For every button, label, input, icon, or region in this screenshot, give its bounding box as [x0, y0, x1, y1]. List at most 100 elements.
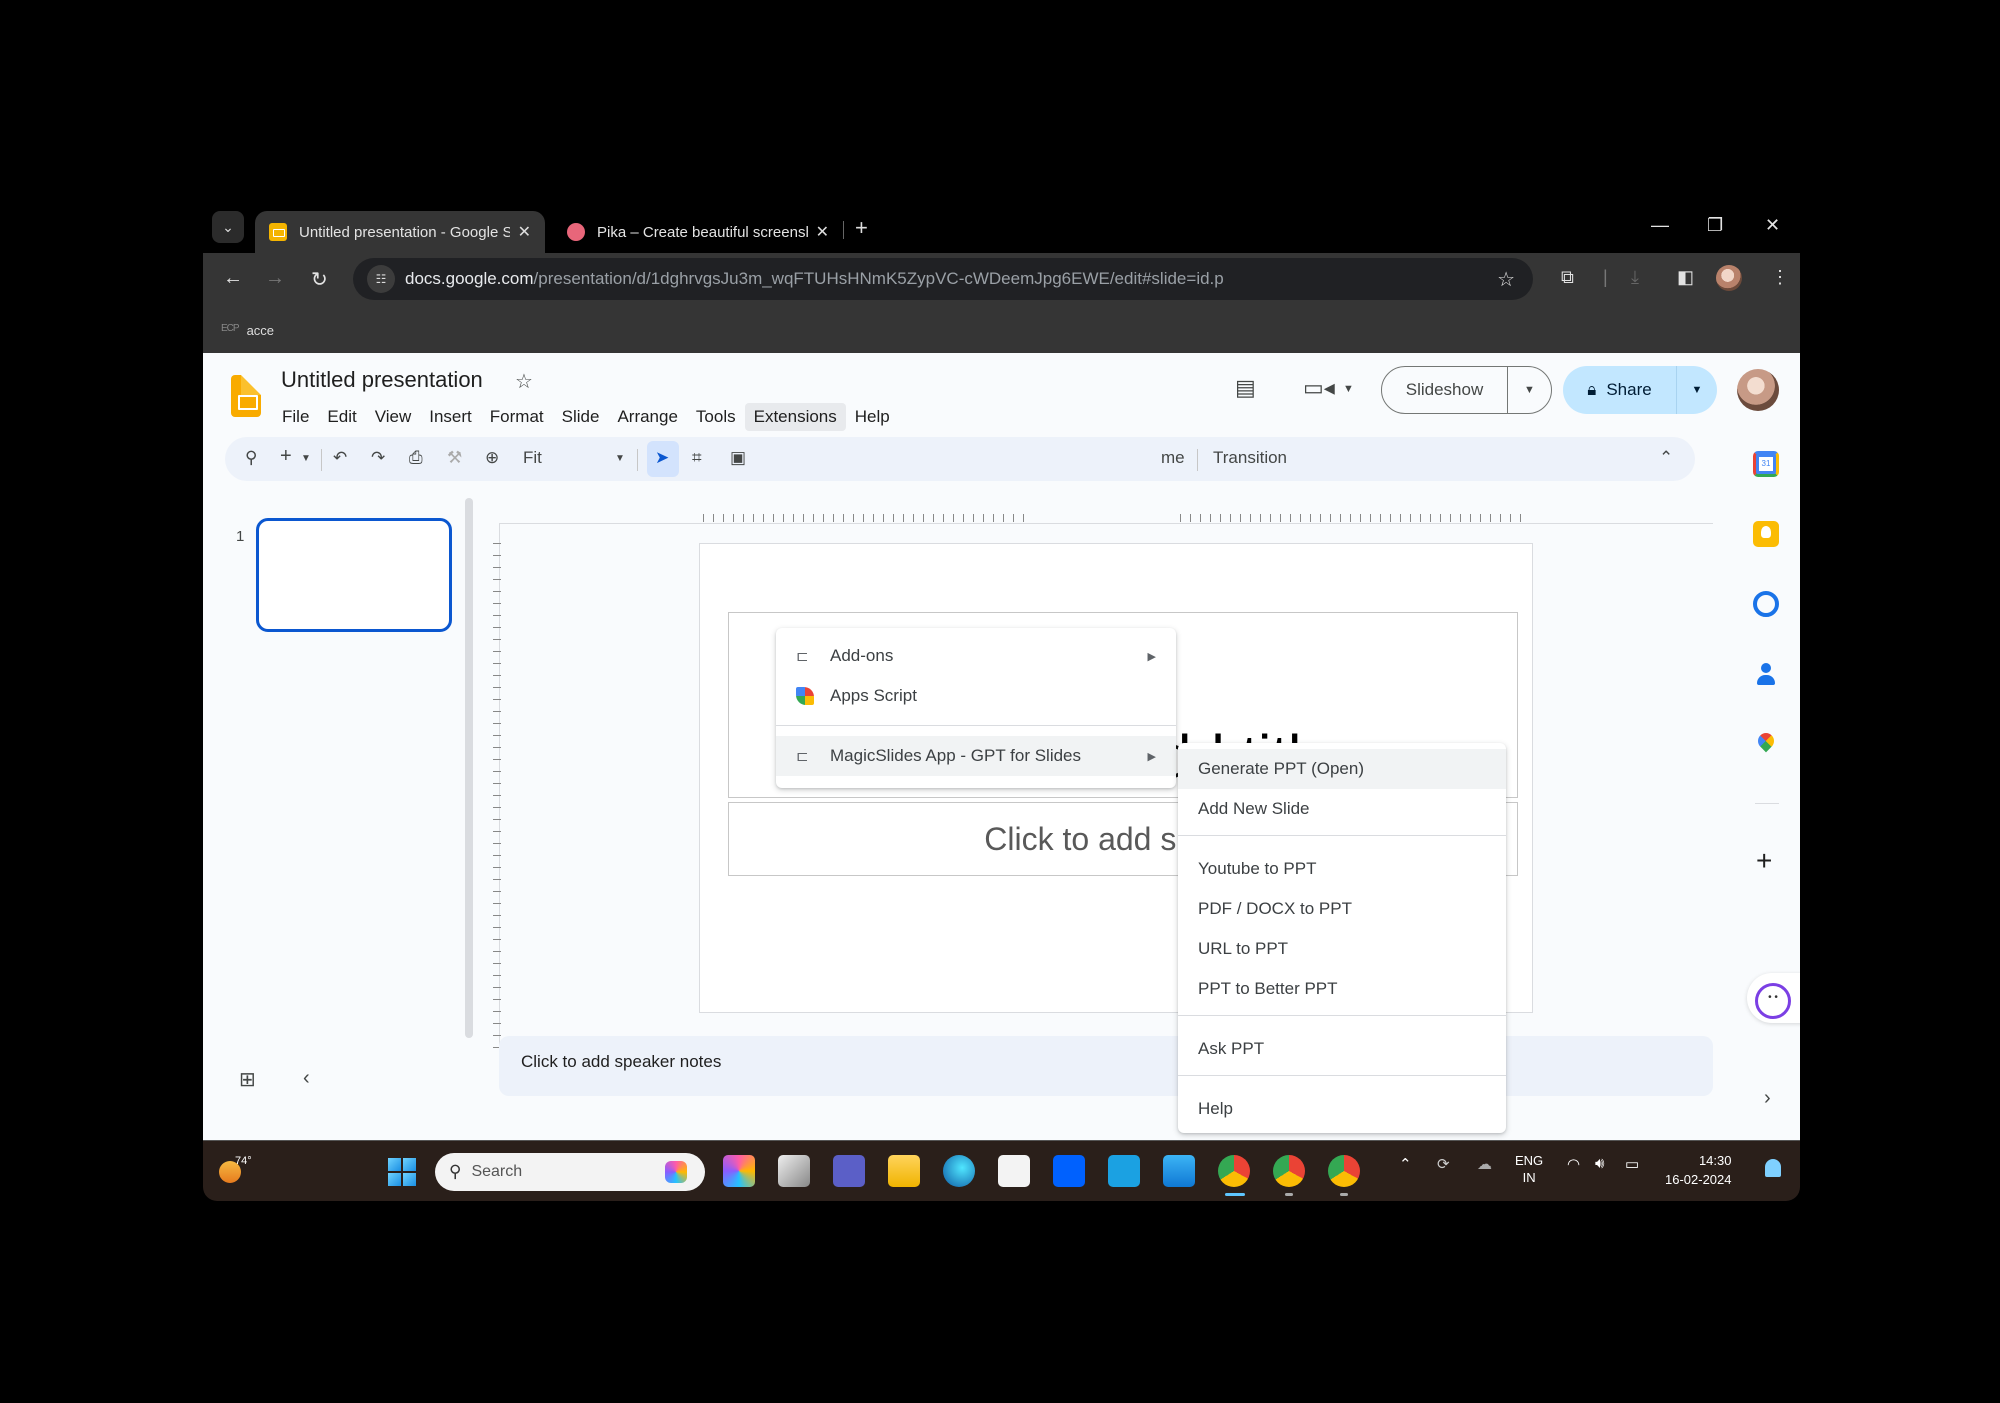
keep-icon[interactable] [1753, 521, 1779, 547]
chrome-icon[interactable] [1218, 1155, 1250, 1187]
add-addon-icon[interactable]: + [1756, 845, 1772, 877]
more-menu-icon[interactable]: ⋮ [1771, 267, 1789, 288]
new-tab-button[interactable]: + [855, 217, 868, 239]
battery-icon[interactable]: ▭ [1625, 1155, 1639, 1173]
transition-button[interactable]: Transition [1213, 448, 1287, 468]
bookmark-item[interactable]: ECP acce [221, 323, 274, 338]
menu-format[interactable]: Format [481, 403, 553, 431]
download-icon[interactable]: ⤓ [1631, 267, 1639, 288]
submenu-youtube-to-ppt[interactable]: Youtube to PPT [1178, 849, 1506, 889]
side-panel-icon[interactable]: ◧ [1677, 267, 1694, 288]
task-view-icon[interactable] [778, 1155, 810, 1187]
submenu-help[interactable]: Help [1178, 1089, 1506, 1129]
tasks-icon[interactable] [1753, 591, 1779, 617]
back-button[interactable]: ← [223, 267, 243, 290]
tab-slides[interactable]: Untitled presentation - Google Slides ✕ [255, 211, 545, 253]
collapse-toolbar-icon[interactable]: ⌃ [1659, 448, 1673, 468]
copilot-pro-icon[interactable] [723, 1155, 755, 1187]
teams-icon[interactable] [833, 1155, 865, 1187]
close-tab-icon[interactable]: ✕ [518, 222, 531, 242]
show-hidden-icons[interactable]: ⌃ [1399, 1155, 1412, 1173]
menu-item-addons[interactable]: ⊏ Add-ons ▶ [776, 636, 1176, 676]
paint-format-icon[interactable]: ⚒ [447, 448, 462, 468]
close-tab-icon[interactable]: ✕ [816, 222, 829, 242]
menu-extensions[interactable]: Extensions [744, 403, 846, 431]
collapse-filmstrip-icon[interactable]: ‹ [303, 1067, 310, 1090]
menu-tools[interactable]: Tools [687, 403, 745, 431]
store-icon[interactable] [998, 1155, 1030, 1187]
menu-view[interactable]: View [366, 403, 421, 431]
contacts-icon[interactable] [1753, 661, 1779, 687]
text-box-icon[interactable]: ⌗ [692, 448, 702, 468]
share-dropdown-icon[interactable]: ▼ [1677, 366, 1717, 414]
reload-button[interactable]: ↻ [311, 267, 328, 292]
submenu-ask-ppt[interactable]: Ask PPT [1178, 1029, 1506, 1069]
expand-side-panel-icon[interactable]: › [1764, 1087, 1771, 1110]
slideshow-dropdown-icon[interactable]: ▼ [1508, 367, 1551, 413]
language-indicator[interactable]: ENG IN [1515, 1152, 1543, 1186]
image-icon[interactable]: ▣ [730, 448, 746, 468]
meet-dropdown-icon[interactable]: ▼ [1343, 383, 1354, 395]
maps-icon[interactable] [1753, 731, 1779, 757]
redo-icon[interactable]: ↷ [371, 448, 385, 468]
site-info-icon[interactable]: ☷ [367, 265, 395, 293]
restore-button[interactable]: ❐ [1707, 215, 1723, 236]
copilot-icon[interactable] [665, 1161, 687, 1183]
volume-icon[interactable]: 🔊︎ [1595, 1155, 1604, 1172]
menu-item-apps-script[interactable]: Apps Script [776, 676, 1176, 716]
tab-search-button[interactable]: ⌄ [212, 211, 244, 243]
menu-slide[interactable]: Slide [553, 403, 609, 431]
menu-help[interactable]: Help [846, 403, 899, 431]
chrome-icon[interactable] [1328, 1155, 1360, 1187]
submenu-generate-ppt[interactable]: Generate PPT (Open) [1178, 749, 1506, 789]
menu-edit[interactable]: Edit [318, 403, 365, 431]
notification-bell-icon[interactable] [1765, 1159, 1781, 1177]
onedrive-icon[interactable]: ☁ [1477, 1155, 1492, 1173]
slideshow-label[interactable]: Slideshow [1382, 367, 1508, 413]
grid-view-icon[interactable]: ⊞ [239, 1067, 256, 1092]
select-cursor-icon[interactable]: ➤ [655, 448, 669, 468]
zoom-select[interactable]: Fit [523, 448, 542, 468]
account-avatar[interactable] [1737, 369, 1779, 411]
slideshow-button[interactable]: Slideshow ▼ [1381, 366, 1552, 414]
menu-arrange[interactable]: Arrange [608, 403, 686, 431]
forward-button[interactable]: → [265, 267, 285, 290]
zoom-dropdown-icon[interactable]: ▼ [615, 453, 625, 464]
dropbox-icon[interactable] [1053, 1155, 1085, 1187]
edge-icon[interactable] [943, 1155, 975, 1187]
bookmark-star-icon[interactable]: ☆ [1497, 267, 1515, 292]
slide-thumbnail[interactable] [256, 518, 452, 632]
meet-icon[interactable]: ▭◂ [1303, 375, 1335, 401]
submenu-url-to-ppt[interactable]: URL to PPT [1178, 929, 1506, 969]
close-window-button[interactable]: ✕ [1765, 215, 1780, 236]
taskbar-search[interactable]: ⚲ Search [435, 1153, 705, 1191]
print-icon[interactable]: ⎙ [409, 448, 423, 468]
zoom-icon[interactable]: ⊕ [485, 448, 499, 468]
comments-icon[interactable]: ▤ [1235, 375, 1256, 401]
submenu-pdf-docx-to-ppt[interactable]: PDF / DOCX to PPT [1178, 889, 1506, 929]
clock[interactable]: 14:30 16-02-2024 [1665, 1151, 1732, 1189]
search-menus-icon[interactable]: ⚲ [245, 448, 257, 468]
address-bar[interactable]: ☷ docs.google.com/presentation/d/1dghrvg… [353, 258, 1533, 300]
menu-insert[interactable]: Insert [420, 403, 481, 431]
mdp-app-icon[interactable] [1108, 1155, 1140, 1187]
share-button[interactable]: 🔒︎ Share ▼ [1563, 366, 1717, 414]
weather-widget[interactable]: 74° [217, 1155, 252, 1185]
filmstrip-divider[interactable] [465, 498, 473, 1038]
mail-icon[interactable] [1163, 1155, 1195, 1187]
start-button[interactable] [388, 1158, 416, 1186]
new-slide-icon[interactable]: + [280, 445, 292, 468]
file-explorer-icon[interactable] [888, 1155, 920, 1187]
share-main[interactable]: 🔒︎ Share [1563, 366, 1677, 414]
doc-title[interactable]: Untitled presentation [281, 367, 483, 393]
speaker-notes[interactable]: Click to add speaker notes [499, 1036, 1713, 1096]
new-slide-dropdown-icon[interactable]: ▼ [301, 453, 311, 464]
sync-icon[interactable]: ⟳ [1437, 1155, 1450, 1173]
theme-button[interactable]: me [1161, 448, 1185, 468]
slides-logo-icon[interactable] [231, 375, 261, 417]
extensions-icon[interactable]: ⧉ [1561, 267, 1574, 288]
minimize-button[interactable]: — [1651, 215, 1669, 236]
undo-icon[interactable]: ↶ [333, 448, 347, 468]
tab-pika[interactable]: Pika – Create beautiful screenshots ✕ [553, 211, 843, 253]
menu-file[interactable]: File [273, 403, 318, 431]
